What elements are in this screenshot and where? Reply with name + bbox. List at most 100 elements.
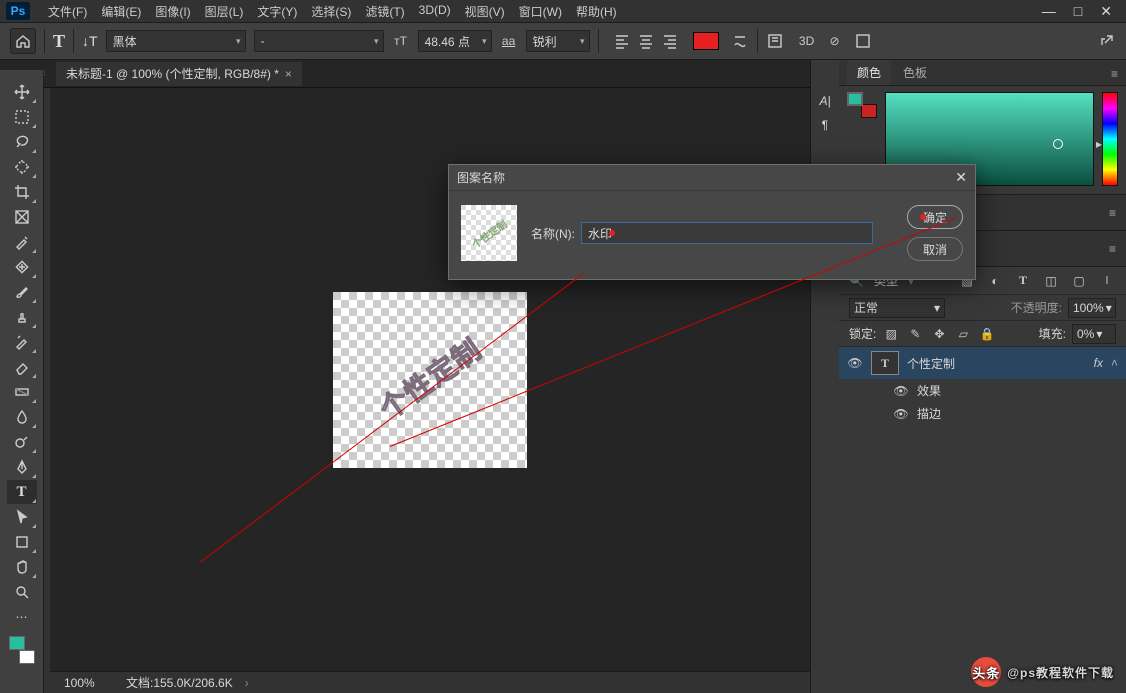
- fill-dropdown[interactable]: 0%▾: [1072, 324, 1116, 344]
- eyedropper-tool[interactable]: [7, 230, 37, 254]
- name-field-input[interactable]: [581, 222, 873, 244]
- menu-layer[interactable]: 图层(L): [199, 1, 250, 22]
- fx-effects-row[interactable]: 👁效果: [839, 379, 1126, 402]
- minimize-icon[interactable]: —: [1042, 3, 1056, 20]
- tools-panel: T ⋯: [0, 70, 44, 693]
- menu-filter[interactable]: 滤镜(T): [359, 1, 410, 22]
- align-right-button[interactable]: [659, 30, 681, 52]
- layers-panel: 🔍 类型▾ ▧ ◐ T ◫ ▢ ⏽ 正常▾ 不透明度: 100%▾ 锁定: ▨ …: [839, 267, 1126, 425]
- filter-adjust-icon[interactable]: ◐: [986, 273, 1004, 289]
- hue-slider[interactable]: [1102, 92, 1118, 186]
- lock-all-icon[interactable]: 🔒: [978, 326, 996, 342]
- annotation-dot-icon: [920, 214, 926, 220]
- fx-expand-icon[interactable]: ˄: [1111, 356, 1118, 370]
- antialias-dropdown[interactable]: 锐利▾: [526, 30, 590, 52]
- commit-edit-icon[interactable]: [854, 33, 872, 49]
- frame-tool[interactable]: [7, 205, 37, 229]
- panel-menu-icon[interactable]: ≡: [1103, 63, 1126, 85]
- fx-badge[interactable]: fx: [1094, 356, 1103, 370]
- move-tool[interactable]: [7, 80, 37, 104]
- filter-shape-icon[interactable]: ◫: [1042, 273, 1060, 289]
- text-color-swatch[interactable]: [693, 32, 719, 50]
- orientation-toggle-icon[interactable]: ↓T: [82, 33, 98, 49]
- font-size-dropdown[interactable]: 48.46 点▾: [418, 30, 492, 52]
- home-button[interactable]: [10, 28, 36, 54]
- close-icon[interactable]: ✕: [1100, 3, 1112, 20]
- stamp-tool[interactable]: [7, 305, 37, 329]
- blend-mode-dropdown[interactable]: 正常▾: [849, 298, 945, 318]
- menu-3d[interactable]: 3D(D): [413, 1, 457, 22]
- lock-move-icon[interactable]: ✥: [930, 326, 948, 342]
- quick-select-tool[interactable]: [7, 155, 37, 179]
- char-panel-icon[interactable]: [766, 33, 784, 49]
- type-tool[interactable]: T: [7, 480, 37, 504]
- dialog-close-icon[interactable]: ✕: [955, 169, 967, 186]
- opacity-label: 不透明度:: [1011, 299, 1062, 316]
- maximize-icon[interactable]: □: [1074, 3, 1082, 20]
- marquee-tool[interactable]: [7, 105, 37, 129]
- align-left-button[interactable]: [611, 30, 633, 52]
- type-minipanel: A| ¶: [811, 88, 839, 148]
- menu-edit[interactable]: 编辑(E): [95, 1, 147, 22]
- cancel-edit-icon[interactable]: ⊘: [826, 33, 844, 49]
- filter-type-icon[interactable]: T: [1014, 273, 1032, 289]
- options-bar: T ↓T 黑体▾ -▾ ᴛT 48.46 点▾ aa 锐利▾ 3D ⊘: [0, 22, 1126, 60]
- dialog-titlebar[interactable]: 图案名称 ✕: [449, 165, 975, 191]
- lasso-tool[interactable]: [7, 130, 37, 154]
- menu-help[interactable]: 帮助(H): [570, 1, 623, 22]
- cancel-button[interactable]: 取消: [907, 237, 963, 261]
- opacity-dropdown[interactable]: 100%▾: [1068, 298, 1116, 318]
- menu-image[interactable]: 图像(I): [149, 1, 196, 22]
- font-size-icon: ᴛT: [392, 33, 410, 49]
- color-picker-ring-icon: [1053, 139, 1063, 149]
- status-chevron-icon[interactable]: ›: [245, 676, 249, 690]
- pattern-thumbnail: 个性定制: [461, 205, 517, 261]
- character-panel-icon[interactable]: A|: [819, 94, 830, 108]
- font-style-dropdown[interactable]: -▾: [254, 30, 384, 52]
- document-tab-close-icon[interactable]: ×: [285, 67, 292, 81]
- window-controls: — □ ✕: [1042, 3, 1126, 20]
- menu-file[interactable]: 文件(F): [42, 1, 93, 22]
- hand-tool[interactable]: [7, 555, 37, 579]
- menu-view[interactable]: 视图(V): [459, 1, 511, 22]
- visibility-icon[interactable]: 👁: [847, 356, 863, 370]
- tab-color[interactable]: 颜色: [847, 60, 891, 85]
- zoom-tool[interactable]: [7, 580, 37, 604]
- warp-text-icon[interactable]: [731, 33, 749, 49]
- lock-paint-icon[interactable]: ✎: [906, 326, 924, 342]
- color-fgbg[interactable]: [847, 92, 877, 118]
- tab-swatches[interactable]: 色板: [893, 60, 937, 85]
- blur-tool[interactable]: [7, 405, 37, 429]
- filter-toggle-icon[interactable]: ⏽: [1098, 273, 1116, 289]
- document-tab[interactable]: 未标题-1 @ 100% (个性定制, RGB/8#) * ×: [56, 62, 302, 86]
- fill-label: 填充:: [1039, 325, 1066, 342]
- color-swatches[interactable]: [7, 636, 37, 664]
- layer-name[interactable]: 个性定制: [907, 355, 955, 372]
- dodge-tool[interactable]: [7, 430, 37, 454]
- crop-tool[interactable]: [7, 180, 37, 204]
- shape-tool[interactable]: [7, 530, 37, 554]
- align-center-button[interactable]: [635, 30, 657, 52]
- brush-tool[interactable]: [7, 280, 37, 304]
- lock-artboard-icon[interactable]: ▱: [954, 326, 972, 342]
- menu-type[interactable]: 文字(Y): [251, 1, 303, 22]
- three-d-icon[interactable]: 3D: [798, 33, 816, 49]
- share-icon[interactable]: [1098, 33, 1116, 49]
- history-brush-tool[interactable]: [7, 330, 37, 354]
- menu-select[interactable]: 选择(S): [305, 1, 357, 22]
- menu-window[interactable]: 窗口(W): [513, 1, 568, 22]
- fx-stroke-row[interactable]: 👁描边: [839, 402, 1126, 425]
- paragraph-panel-icon[interactable]: ¶: [822, 118, 828, 132]
- path-select-tool[interactable]: [7, 505, 37, 529]
- status-bar: 100% 文档:155.0K/206.6K ›: [50, 671, 810, 693]
- lock-transparent-icon[interactable]: ▨: [882, 326, 900, 342]
- gradient-tool[interactable]: [7, 380, 37, 404]
- edit-toolbar-icon[interactable]: ⋯: [7, 605, 37, 629]
- filter-smart-icon[interactable]: ▢: [1070, 273, 1088, 289]
- healing-tool[interactable]: [7, 255, 37, 279]
- layer-row[interactable]: 👁 T 个性定制 fx ˄: [839, 347, 1126, 379]
- eraser-tool[interactable]: [7, 355, 37, 379]
- pen-tool[interactable]: [7, 455, 37, 479]
- zoom-level[interactable]: 100%: [64, 676, 114, 690]
- font-family-dropdown[interactable]: 黑体▾: [106, 30, 246, 52]
